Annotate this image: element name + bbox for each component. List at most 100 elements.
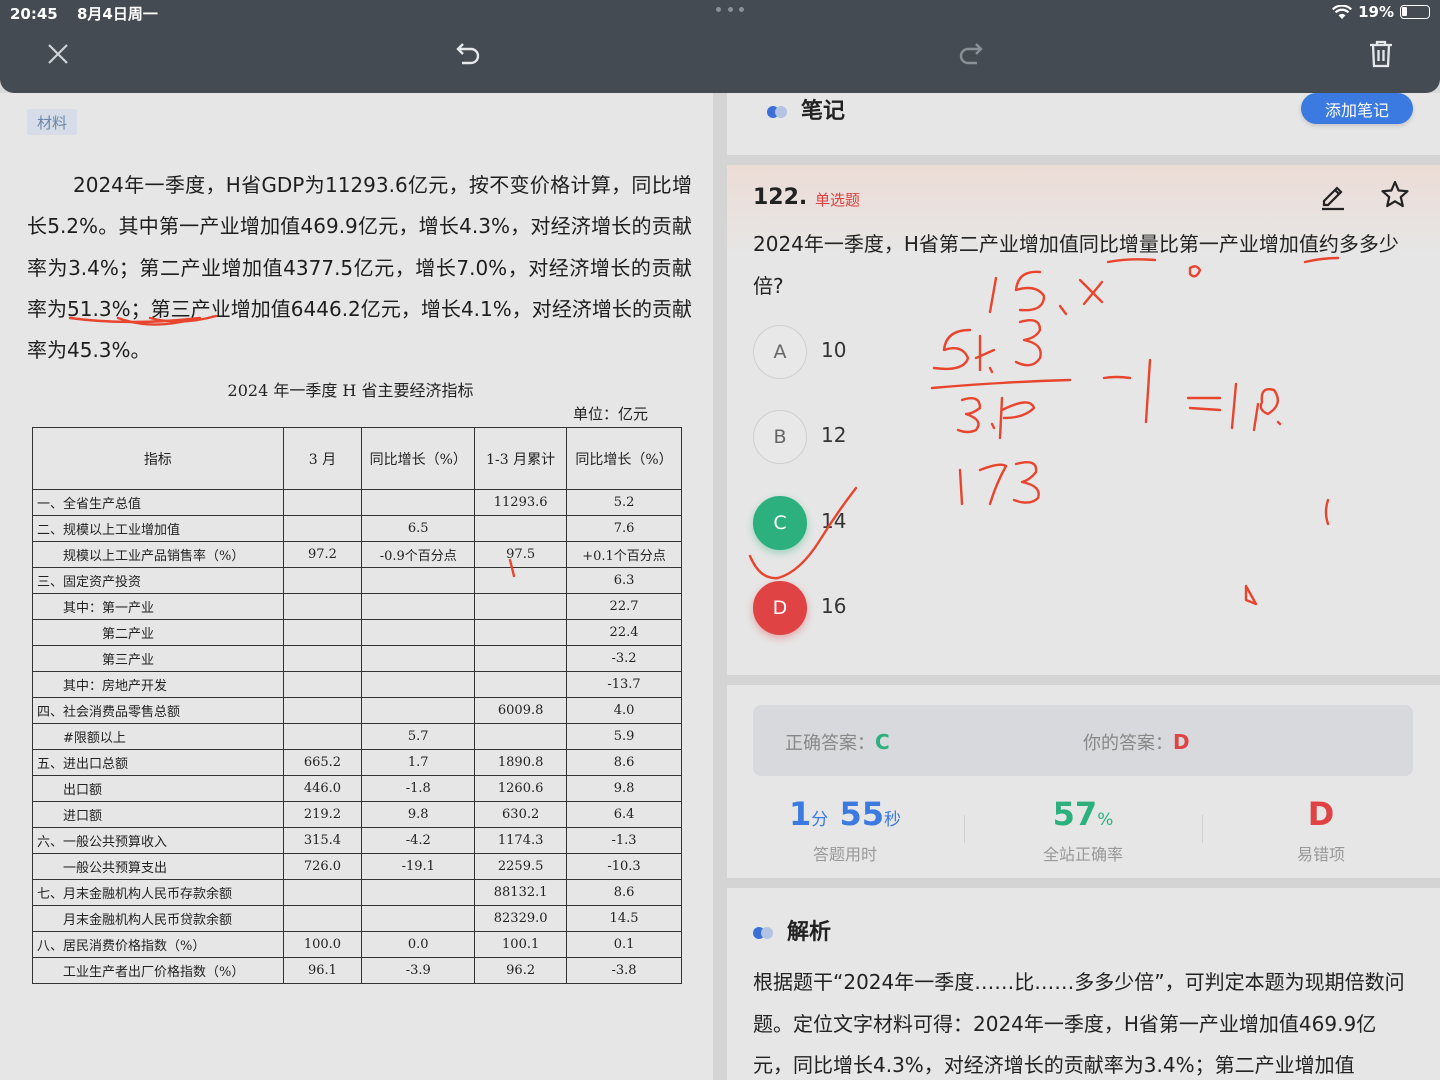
redo-icon[interactable] <box>953 36 989 72</box>
table-row: 二、规模以上工业增加值 6.5 7.6 <box>32 515 682 542</box>
table-cell <box>361 567 476 594</box>
table-header-cell: 3 月 <box>282 427 363 490</box>
table-cell: 726.0 <box>282 853 363 880</box>
divider <box>1202 815 1203 843</box>
trash-icon[interactable] <box>1363 36 1399 72</box>
table-cell <box>282 593 363 620</box>
table-cell: 5.2 <box>566 489 682 516</box>
table-title: 2024 年一季度 H 省主要经济指标 <box>227 381 474 400</box>
table-cell: 2259.5 <box>474 853 568 880</box>
table-row: 第二产业 22.4 <box>32 619 682 646</box>
table-cell <box>361 645 476 672</box>
table-cell <box>361 697 476 724</box>
table-header-cell: 指标 <box>32 427 284 490</box>
table-cell: -3.2 <box>566 645 682 672</box>
time-stat: 1分 55秒 答题用时 <box>789 795 901 864</box>
table-row: 工业生产者出厂价格指数（%） 96.1 -3.9 96.2 -3.8 <box>32 957 682 984</box>
table-cell: 三、固定资产投资 <box>32 567 284 594</box>
analysis-title: 解析 <box>787 920 832 945</box>
table-cell: 0.0 <box>361 931 476 958</box>
option-letter: B <box>753 410 807 464</box>
table-cell: -0.9个百分点 <box>361 541 476 568</box>
table-cell: 8.6 <box>566 749 682 776</box>
table-cell <box>474 593 568 620</box>
divider <box>964 815 965 843</box>
table-cell <box>282 697 363 724</box>
table-cell: +0.1个百分点 <box>566 541 682 568</box>
table-cell <box>361 619 476 646</box>
edit-icon[interactable] <box>1317 179 1349 211</box>
table-cell: 5.9 <box>566 723 682 750</box>
table-row: 四、社会消费品零售总额 6009.8 4.0 <box>32 697 682 724</box>
table-cell <box>282 723 363 750</box>
table-cell: 665.2 <box>282 749 363 776</box>
material-paragraph: 2024年一季度，H省GDP为11293.6亿元，按不变价格计算，同比增长5.2… <box>27 173 692 363</box>
table-cell: 一、全省生产总值 <box>32 489 284 516</box>
table-cell: 9.8 <box>566 775 682 802</box>
table-cell: 8.6 <box>566 879 682 906</box>
table-cell: 八、居民消费价格指数（%） <box>32 931 284 958</box>
table-cell: -4.2 <box>361 827 476 854</box>
your-answer: 你的答案：D <box>1083 730 1190 754</box>
table-row: 一、全省生产总值 11293.6 5.2 <box>32 489 682 516</box>
question-text: 2024年一季度，H省第二产业增加值同比增量比第一产业增加值约多多少倍? <box>753 232 1399 298</box>
table-cell: 630.2 <box>474 801 568 828</box>
option-b[interactable]: B 12 <box>753 410 1053 464</box>
table-row: 第三产业 -3.2 <box>32 645 682 672</box>
table-cell <box>282 567 363 594</box>
table-cell <box>282 489 363 516</box>
table-cell: 第三产业 <box>32 645 284 672</box>
question-panel: 笔记 添加笔记 122. 单选题 2024年一季度，H省第二产业增加值同比增量比… <box>713 93 1440 1080</box>
table-cell: 进口额 <box>32 801 284 828</box>
table-cell: 88132.1 <box>474 879 568 906</box>
table-cell: 14.5 <box>566 905 682 932</box>
battery-percent: 19% <box>1358 3 1394 21</box>
table-cell: 97.5 <box>474 541 568 568</box>
table-cell <box>474 567 568 594</box>
close-icon[interactable] <box>40 36 76 72</box>
question-type: 单选题 <box>815 191 861 209</box>
table-cell <box>361 489 476 516</box>
table-cell <box>361 879 476 906</box>
option-value: 16 <box>821 594 847 618</box>
table-row: 其中：房地产开发 -13.7 <box>32 671 682 698</box>
table-cell: 315.4 <box>282 827 363 854</box>
table-cell <box>474 671 568 698</box>
table-cell: -3.9 <box>361 957 476 984</box>
option-letter: A <box>753 325 807 379</box>
table-unit: 单位：亿元 <box>573 405 649 423</box>
multitask-dots-icon[interactable] <box>716 7 744 13</box>
table-cell: -3.8 <box>566 957 682 984</box>
table-cell <box>282 645 363 672</box>
table-cell: 6.5 <box>361 515 476 542</box>
table-cell: 219.2 <box>282 801 363 828</box>
table-cell: 22.4 <box>566 619 682 646</box>
table-cell: 96.2 <box>474 957 568 984</box>
table-row: 五、进出口总额 665.2 1.7 1890.8 8.6 <box>32 749 682 776</box>
undo-icon[interactable] <box>450 36 486 72</box>
table-row: #限额以上 5.7 5.9 <box>32 723 682 750</box>
table-cell: 1260.6 <box>474 775 568 802</box>
table-cell: 100.1 <box>474 931 568 958</box>
your-answer-value: D <box>1173 730 1190 754</box>
table-cell <box>361 593 476 620</box>
section-dot-icon <box>767 106 789 118</box>
option-c[interactable]: C 14 <box>753 496 1053 550</box>
table-cell: 五、进出口总额 <box>32 749 284 776</box>
table-cell: 出口额 <box>32 775 284 802</box>
star-icon[interactable] <box>1379 179 1411 211</box>
status-date: 8月4日周一 <box>76 5 158 23</box>
table-cell: 82329.0 <box>474 905 568 932</box>
option-d[interactable]: D 16 <box>753 581 1053 635</box>
table-cell <box>474 515 568 542</box>
option-value: 10 <box>821 338 847 362</box>
table-header-cell: 1-3 月累计 <box>474 427 568 490</box>
wifi-icon <box>1332 4 1353 19</box>
add-note-button[interactable]: 添加笔记 <box>1301 93 1413 124</box>
table-cell: 100.0 <box>282 931 363 958</box>
correct-answer: 正确答案：C <box>785 730 890 754</box>
table-cell <box>474 645 568 672</box>
option-a[interactable]: A 10 <box>753 325 1053 379</box>
table-row: 进口额 219.2 9.8 630.2 6.4 <box>32 801 682 828</box>
table-cell <box>361 905 476 932</box>
